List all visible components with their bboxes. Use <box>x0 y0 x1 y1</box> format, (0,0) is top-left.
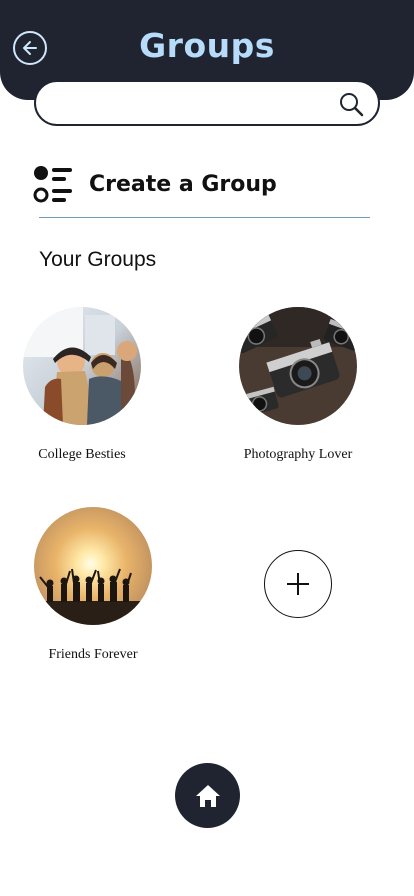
group-name: Photography Lover <box>243 447 353 462</box>
search-icon[interactable] <box>338 91 364 117</box>
search-bar <box>34 80 380 126</box>
group-photo <box>23 307 141 425</box>
your-groups-heading: Your Groups <box>39 248 157 271</box>
group-card-college-besties[interactable]: College Besties <box>22 307 142 463</box>
group-photo <box>34 507 152 625</box>
plus-icon <box>287 573 309 595</box>
divider <box>39 217 370 218</box>
group-name: Friends Forever <box>48 647 138 662</box>
group-card-photography-lover[interactable]: Photography Lover <box>228 307 368 463</box>
list-icon <box>33 166 72 203</box>
add-group-button[interactable] <box>264 550 332 618</box>
group-name: College Besties <box>38 447 126 462</box>
create-group-label: Create a Group <box>89 171 277 197</box>
group-photo <box>239 307 357 425</box>
search-input[interactable] <box>50 90 334 118</box>
group-card-friends-forever[interactable]: Friends Forever <box>33 507 153 663</box>
home-icon <box>195 784 220 807</box>
home-button[interactable] <box>175 763 240 828</box>
page-title: Groups <box>139 26 275 65</box>
create-group-button[interactable]: Create a Group <box>32 162 277 206</box>
